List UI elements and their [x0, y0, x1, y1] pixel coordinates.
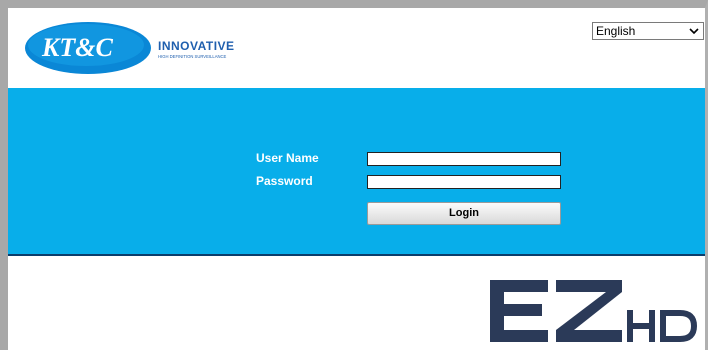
svg-text:INNOVATIVE: INNOVATIVE	[158, 39, 235, 53]
chevron-down-icon	[689, 28, 699, 35]
username-input[interactable]	[367, 152, 561, 166]
language-select-value: English	[596, 24, 636, 38]
language-select[interactable]: English	[592, 22, 704, 40]
header: KT&C INNOVATIVE HIGH DEFINITION SURVEILL…	[8, 8, 705, 88]
ezhd-logo: EZ HD	[490, 280, 698, 342]
login-band: User Name Password Login	[8, 88, 705, 256]
svg-text:HIGH DEFINITION SURVEILLANCE: HIGH DEFINITION SURVEILLANCE	[158, 54, 227, 59]
login-button[interactable]: Login	[367, 202, 561, 225]
password-label: Password	[256, 174, 313, 188]
username-label: User Name	[256, 151, 319, 165]
password-input[interactable]	[367, 175, 561, 189]
ktc-logo: KT&C INNOVATIVE HIGH DEFINITION SURVEILL…	[25, 22, 235, 74]
login-page: KT&C INNOVATIVE HIGH DEFINITION SURVEILL…	[0, 0, 708, 350]
svg-text:KT&C: KT&C	[41, 33, 113, 62]
